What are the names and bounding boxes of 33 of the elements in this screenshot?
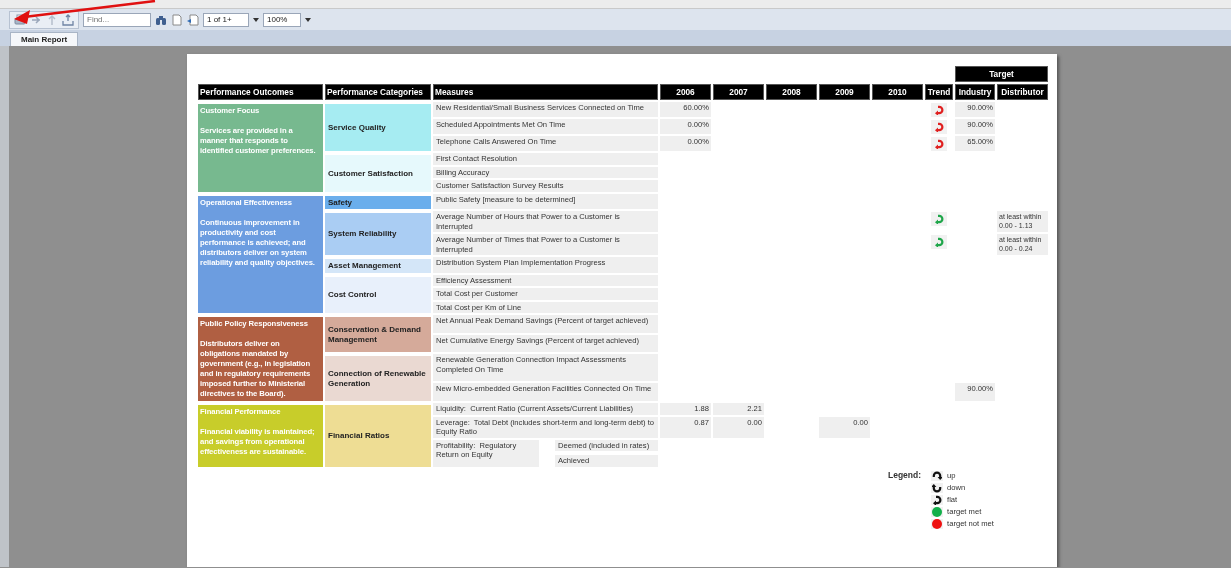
category-cell: Financial Ratios	[325, 405, 431, 467]
caret-icon	[305, 17, 311, 22]
zoom-field[interactable]: 100%	[263, 12, 301, 27]
page-field[interactable]: 1 of 1+	[203, 12, 249, 27]
column-header: 2009	[819, 84, 870, 100]
page-icon	[187, 13, 199, 26]
category-cell: System Reliability	[325, 213, 431, 255]
category-cell: Conservation & Demand Management	[325, 317, 431, 353]
arrow-icon	[46, 13, 58, 26]
caret-icon	[253, 17, 259, 22]
category-cell: Cost Control	[325, 276, 431, 313]
column-header: 2006	[660, 84, 711, 100]
export-icon	[62, 13, 74, 26]
column-header: Performance Categories	[325, 84, 431, 100]
category-cell: Safety	[325, 195, 431, 209]
column-header: Target	[955, 66, 1048, 82]
column-header: 2008	[766, 84, 817, 100]
category-cell: Connection of Renewable Generation	[325, 356, 431, 401]
category-cell: Service Quality	[325, 104, 431, 151]
column-header: 2010	[872, 84, 923, 100]
search-field[interactable]: Find...	[83, 12, 151, 27]
binoculars-icon	[155, 13, 167, 26]
column-header: Measures	[433, 84, 658, 100]
column-header: Trend	[925, 84, 953, 100]
category-cell: Asset Management	[325, 259, 431, 273]
column-header: Distributor	[997, 84, 1048, 100]
legend-title: Legend:	[888, 470, 922, 482]
page-icon	[171, 13, 183, 26]
report-tab[interactable]: Main Report	[10, 32, 79, 46]
category-cell: Customer Satisfaction	[325, 155, 431, 192]
column-header: Industry	[955, 84, 995, 100]
column-header: Performance Outcomes	[198, 84, 323, 100]
column-header: 2007	[713, 84, 764, 100]
